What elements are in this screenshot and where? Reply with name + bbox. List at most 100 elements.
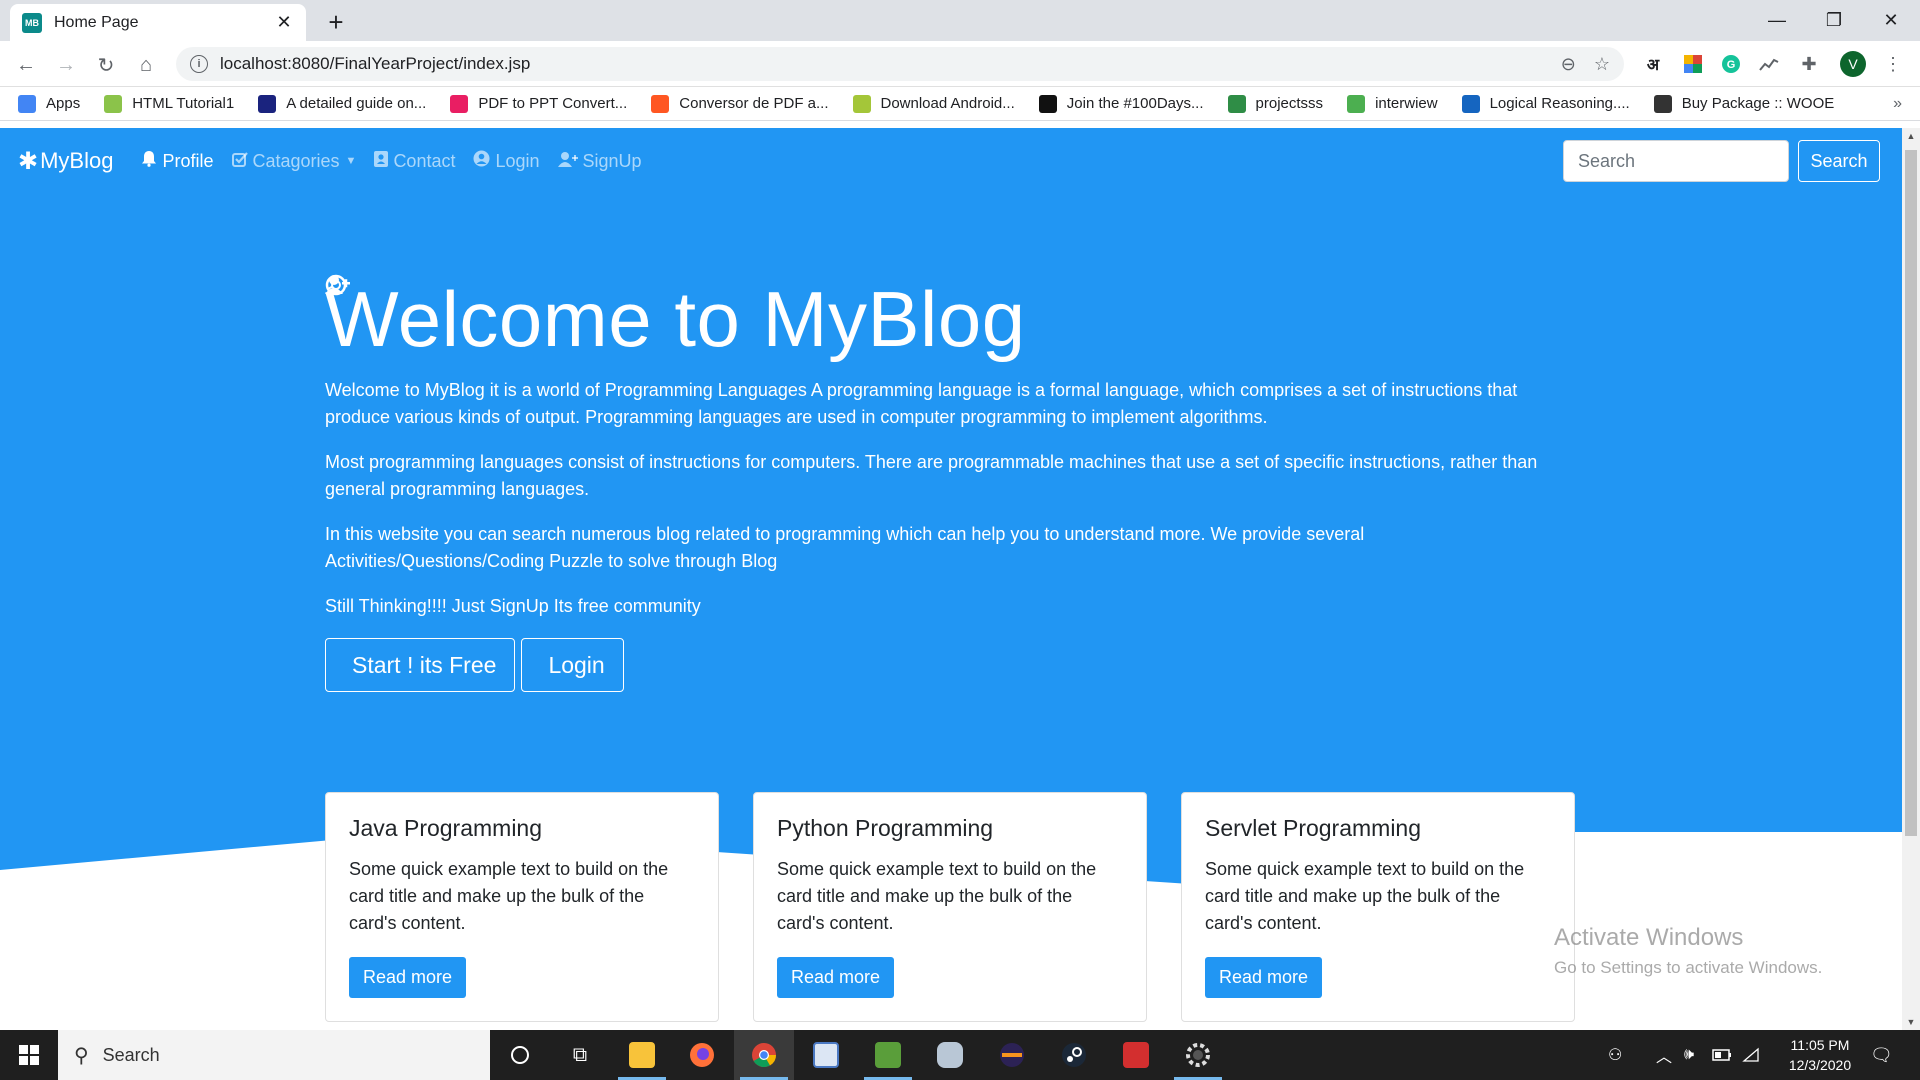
minimize-button[interactable]: — [1749, 0, 1805, 41]
hero-paragraph-1: Welcome to MyBlog it is a world of Progr… [325, 380, 1518, 427]
browser-tab[interactable]: MB Home Page ✕ [10, 4, 306, 41]
hero-title: Welcome to MyBlog [325, 275, 1026, 363]
document-app-icon[interactable] [796, 1030, 856, 1080]
search-button[interactable]: Search [1798, 140, 1880, 182]
card-title: Servlet Programming [1205, 815, 1422, 841]
bookmark-favicon-icon [450, 94, 469, 113]
browser-toolbar: ← → ↻ ⌂ i localhost:8080/FinalYearProjec… [0, 41, 1920, 87]
scrollbar-thumb[interactable] [1905, 150, 1917, 836]
battery-icon[interactable] [1712, 1030, 1732, 1080]
notification-center-icon[interactable]: 🗨 [1870, 1030, 1893, 1080]
close-tab-icon[interactable]: ✕ [274, 12, 294, 33]
new-tab-button[interactable]: + [318, 6, 354, 38]
windows-start-button[interactable] [0, 1030, 58, 1080]
zoom-icon[interactable]: ⊖ [1561, 54, 1576, 75]
bookmark-item[interactable]: Logical Reasoning.... [1461, 94, 1630, 113]
tray-chevron-up-icon[interactable]: ︿ [1656, 1030, 1672, 1080]
nav-signup-label: SignUp [582, 150, 642, 171]
steam-icon[interactable] [1044, 1030, 1104, 1080]
page-viewport: ✱ MyBlog Profile Catagories ▼ Contact Lo… [0, 128, 1902, 1030]
bookmark-item[interactable]: Apps [18, 94, 81, 113]
site-info-icon[interactable]: i [190, 55, 208, 73]
bookmark-item[interactable]: PDF to PPT Convert... [450, 94, 627, 113]
database-app-icon[interactable] [920, 1030, 980, 1080]
bookmark-item[interactable]: interwiew [1347, 94, 1438, 113]
nav-signup[interactable]: SignUp [557, 150, 642, 172]
bookmark-star-icon[interactable]: ☆ [1594, 54, 1610, 75]
read-more-button[interactable]: Read more [349, 957, 467, 998]
close-window-button[interactable]: ✕ [1863, 0, 1919, 41]
hero-paragraph-2: Most programming languages consist of in… [325, 452, 1538, 499]
nav-profile[interactable]: Profile [141, 150, 214, 172]
back-icon[interactable]: ← [10, 49, 42, 81]
read-more-button[interactable]: Read more [777, 957, 895, 998]
clock-time: 11:05 PM [1790, 1037, 1850, 1053]
analytics-extension-icon[interactable] [1756, 51, 1782, 77]
task-view-icon[interactable]: ⧉ [550, 1030, 610, 1080]
more-bookmarks-icon[interactable]: » [1893, 95, 1902, 113]
people-icon[interactable]: ⚇ [1608, 1030, 1622, 1080]
windows-taskbar: ⚲ Search ⧉ ⚇ ︿ 🕪 11:05 PM 12/3/2020 🗨 [0, 1030, 1920, 1080]
wifi-icon[interactable] [1742, 1030, 1760, 1080]
profile-avatar[interactable]: V [1840, 51, 1866, 77]
reload-icon[interactable]: ↻ [90, 49, 122, 81]
file-explorer-icon[interactable] [612, 1030, 672, 1080]
bookmark-item[interactable]: Conversor de PDF a... [651, 94, 829, 113]
bookmark-favicon-icon [1227, 94, 1246, 113]
bookmark-item[interactable]: Buy Package :: WOOE [1653, 94, 1835, 113]
bookmark-item[interactable]: Join the #100Days... [1038, 94, 1204, 113]
grammarly-icon[interactable]: G [1718, 51, 1744, 77]
pdf-app-icon[interactable] [1106, 1030, 1166, 1080]
hindi-extension-icon[interactable]: अ [1640, 51, 1666, 77]
brand-label: MyBlog [40, 148, 114, 173]
image-editor-icon[interactable] [858, 1030, 918, 1080]
bookmark-favicon-icon [651, 94, 670, 113]
taskbar-search-box[interactable]: ⚲ Search [58, 1030, 490, 1080]
brand-link[interactable]: ✱ MyBlog [18, 147, 113, 176]
bookmark-label: Buy Package :: WOOE [1681, 95, 1835, 112]
address-bar[interactable]: i localhost:8080/FinalYearProject/index.… [176, 47, 1624, 81]
address-book-icon [374, 150, 389, 172]
bookmark-label: Logical Reasoning.... [1489, 95, 1630, 112]
read-more-button[interactable]: Read more [1205, 957, 1323, 998]
hero-jumbotron: Welcome to MyBlog Welcome to MyBlog it i… [0, 194, 1902, 884]
kebab-menu-icon[interactable]: ⋮ [1880, 51, 1906, 77]
search-input[interactable] [1563, 140, 1789, 182]
nav-contact[interactable]: Contact [374, 150, 455, 172]
card-text: Some quick example text to build on the … [777, 859, 1097, 933]
cortana-icon[interactable] [490, 1030, 550, 1080]
eclipse-icon[interactable] [982, 1030, 1042, 1080]
color-extension-icon[interactable] [1680, 51, 1706, 77]
scroll-down-icon[interactable]: ▼ [1902, 1014, 1920, 1030]
bookmark-label: HTML Tutorial1 [132, 95, 235, 112]
browser-tab-strip: MB Home Page ✕ + — ❐ ✕ [0, 0, 1920, 41]
extensions-puzzle-icon[interactable]: ✚ [1796, 51, 1822, 77]
bookmark-item[interactable]: HTML Tutorial1 [104, 94, 235, 113]
card-python: Python Programming Some quick example te… [753, 792, 1147, 1022]
bookmark-label: Download Android... [880, 95, 1015, 112]
maximize-button[interactable]: ❐ [1806, 0, 1862, 41]
system-clock[interactable]: 11:05 PM 12/3/2020 [1772, 1035, 1868, 1075]
url-text[interactable]: localhost:8080/FinalYearProject/index.js… [220, 54, 1543, 74]
hero-login-button[interactable]: Login [325, 274, 624, 692]
nav-login[interactable]: Login [473, 150, 540, 172]
bookmark-item[interactable]: projectsss [1227, 94, 1323, 113]
bookmark-label: Apps [46, 95, 81, 112]
hero-paragraph-3: In this website you can search numerous … [325, 524, 1365, 571]
chrome-icon[interactable] [734, 1030, 794, 1080]
bookmark-item[interactable]: A detailed guide on... [258, 94, 426, 113]
user-circle-icon [473, 150, 490, 172]
scroll-up-icon[interactable]: ▲ [1902, 128, 1920, 144]
activate-windows-watermark: Activate Windows Go to Settings to activ… [1554, 924, 1822, 978]
firefox-icon[interactable] [672, 1030, 732, 1080]
page-scrollbar[interactable]: ▲ ▼ [1902, 128, 1920, 1030]
bookmark-item[interactable]: Download Android... [852, 94, 1015, 113]
volume-icon[interactable]: 🕪 [1684, 1030, 1694, 1080]
forward-icon[interactable]: → [50, 49, 82, 81]
settings-gear-icon[interactable] [1168, 1030, 1228, 1080]
hero-buttons: Start ! its Free Login [325, 274, 1545, 692]
nav-catagories-dropdown[interactable]: Catagories ▼ [231, 151, 357, 172]
start-free-button[interactable]: Start ! its Free [325, 275, 516, 692]
home-icon[interactable]: ⌂ [130, 49, 162, 81]
caret-down-icon: ▼ [345, 155, 357, 167]
